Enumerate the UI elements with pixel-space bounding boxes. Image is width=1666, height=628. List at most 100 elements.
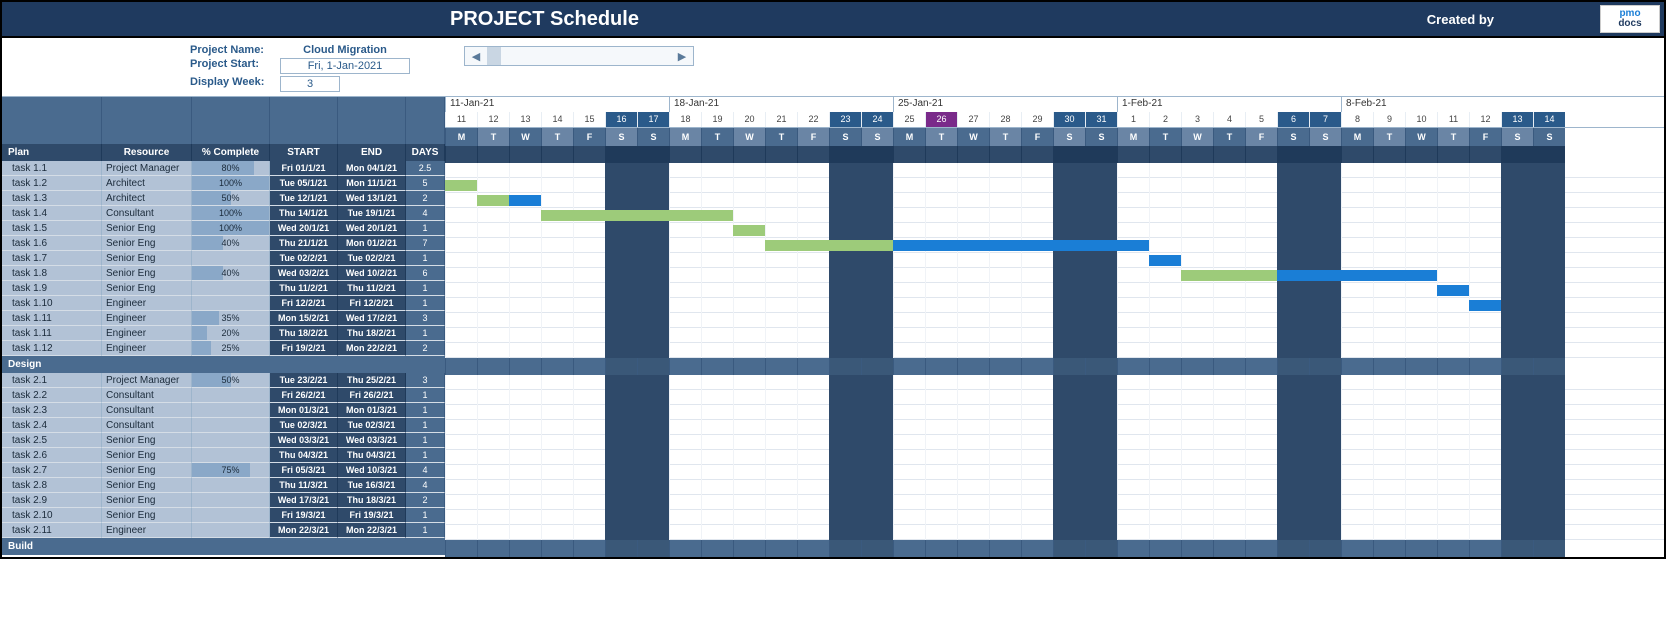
gantt-row bbox=[445, 450, 1664, 465]
task-row[interactable]: task 1.11Engineer35%Mon 15/2/21Wed 17/2/… bbox=[2, 311, 445, 326]
task-end: Fri 12/2/21 bbox=[338, 296, 406, 311]
task-days: 1 bbox=[406, 388, 445, 403]
task-resource: Senior Eng bbox=[102, 236, 192, 251]
scroll-thumb[interactable] bbox=[487, 47, 501, 65]
task-row[interactable]: task 2.10Senior EngFri 19/3/21Fri 19/3/2… bbox=[2, 508, 445, 523]
day-number: 13 bbox=[509, 112, 541, 127]
task-row[interactable]: task 1.5Senior Eng100%Wed 20/1/21Wed 20/… bbox=[2, 221, 445, 236]
task-end: Mon 22/3/21 bbox=[338, 523, 406, 538]
timeline-scrollbar[interactable]: ◀ ▶ bbox=[464, 46, 694, 66]
task-pct: 80% bbox=[192, 161, 270, 176]
gantt-pane: 11-Jan-2118-Jan-2125-Jan-211-Feb-218-Feb… bbox=[445, 96, 1664, 557]
project-start-input[interactable]: Fri, 1-Jan-2021 bbox=[280, 58, 410, 74]
bar-remaining bbox=[509, 195, 541, 206]
day-number: 20 bbox=[733, 112, 765, 127]
task-pct bbox=[192, 403, 270, 418]
task-start: Thu 21/1/21 bbox=[270, 236, 338, 251]
day-number: 6 bbox=[1277, 112, 1309, 127]
task-pct bbox=[192, 296, 270, 311]
task-row[interactable]: task 1.9Senior EngThu 11/2/21Thu 11/2/21… bbox=[2, 281, 445, 296]
col-days: DAYS bbox=[406, 144, 445, 161]
task-pct: 40% bbox=[192, 236, 270, 251]
scroll-right-button[interactable]: ▶ bbox=[671, 47, 693, 65]
project-name-value: Cloud Migration bbox=[280, 44, 410, 56]
task-days: 2 bbox=[406, 493, 445, 508]
task-start: Thu 11/2/21 bbox=[270, 281, 338, 296]
group-header[interactable]: Build bbox=[2, 538, 445, 555]
task-name: task 1.2 bbox=[2, 176, 102, 191]
task-resource: Consultant bbox=[102, 418, 192, 433]
task-days: 1 bbox=[406, 418, 445, 433]
day-number: 25 bbox=[893, 112, 925, 127]
task-pct bbox=[192, 493, 270, 508]
task-start: Wed 17/3/21 bbox=[270, 493, 338, 508]
task-end: Tue 02/3/21 bbox=[338, 418, 406, 433]
day-number: 4 bbox=[1213, 112, 1245, 127]
task-row[interactable]: task 1.3Architect50%Tue 12/1/21Wed 13/1/… bbox=[2, 191, 445, 206]
task-row[interactable]: task 1.11Engineer20%Thu 18/2/21Thu 18/2/… bbox=[2, 326, 445, 341]
task-name: task 2.3 bbox=[2, 403, 102, 418]
gantt-row bbox=[445, 253, 1664, 268]
col-resource: Resource bbox=[102, 144, 192, 161]
day-number: 14 bbox=[541, 112, 573, 127]
scroll-left-button[interactable]: ◀ bbox=[465, 47, 487, 65]
task-name: task 1.8 bbox=[2, 266, 102, 281]
task-name: task 1.1 bbox=[2, 161, 102, 176]
task-list-pane: PlanResource% CompleteSTARTENDDAYStask 1… bbox=[2, 96, 445, 557]
day-number: 3 bbox=[1181, 112, 1213, 127]
task-pct: 100% bbox=[192, 221, 270, 236]
gantt-row bbox=[445, 480, 1664, 495]
task-row[interactable]: task 2.7Senior Eng75%Fri 05/3/21Wed 10/3… bbox=[2, 463, 445, 478]
task-days: 6 bbox=[406, 266, 445, 281]
gantt-row bbox=[445, 283, 1664, 298]
day-number: 24 bbox=[861, 112, 893, 127]
task-days: 1 bbox=[406, 403, 445, 418]
display-week-input[interactable]: 3 bbox=[280, 76, 340, 92]
task-row[interactable]: task 1.1Project Manager80%Fri 01/1/21Mon… bbox=[2, 161, 445, 176]
task-name: task 1.10 bbox=[2, 296, 102, 311]
task-row[interactable]: task 2.4ConsultantTue 02/3/21Tue 02/3/21… bbox=[2, 418, 445, 433]
task-start: Fri 01/1/21 bbox=[270, 161, 338, 176]
task-days: 1 bbox=[406, 251, 445, 266]
task-row[interactable]: task 1.4Consultant100%Thu 14/1/21Tue 19/… bbox=[2, 206, 445, 221]
weekday-label: T bbox=[1437, 128, 1469, 146]
task-row[interactable]: task 1.6Senior Eng40%Thu 21/1/21Mon 01/2… bbox=[2, 236, 445, 251]
weekday-label: S bbox=[829, 128, 861, 146]
task-row[interactable]: task 1.8Senior Eng40%Wed 03/2/21Wed 10/2… bbox=[2, 266, 445, 281]
scroll-track[interactable] bbox=[487, 47, 671, 65]
weekday-label: F bbox=[1245, 128, 1277, 146]
task-row[interactable]: task 2.9Senior EngWed 17/3/21Thu 18/3/21… bbox=[2, 493, 445, 508]
task-row[interactable]: task 2.3ConsultantMon 01/3/21Mon 01/3/21… bbox=[2, 403, 445, 418]
gantt-row bbox=[445, 268, 1664, 283]
task-resource: Engineer bbox=[102, 311, 192, 326]
task-row[interactable]: task 2.1Project Manager50%Tue 23/2/21Thu… bbox=[2, 373, 445, 388]
task-row[interactable]: task 2.5Senior EngWed 03/3/21Wed 03/3/21… bbox=[2, 433, 445, 448]
task-row[interactable]: task 1.10EngineerFri 12/2/21Fri 12/2/211 bbox=[2, 296, 445, 311]
task-name: task 1.7 bbox=[2, 251, 102, 266]
task-resource: Senior Eng bbox=[102, 448, 192, 463]
group-header[interactable]: Design bbox=[2, 356, 445, 373]
weekday-label: S bbox=[1277, 128, 1309, 146]
task-row[interactable]: task 2.6Senior EngThu 04/3/21Thu 04/3/21… bbox=[2, 448, 445, 463]
day-number: 12 bbox=[1469, 112, 1501, 127]
task-row[interactable]: task 2.11EngineerMon 22/3/21Mon 22/3/211 bbox=[2, 523, 445, 538]
task-days: 4 bbox=[406, 478, 445, 493]
task-row[interactable]: task 1.7Senior EngTue 02/2/21Tue 02/2/21… bbox=[2, 251, 445, 266]
weekday-label: S bbox=[1053, 128, 1085, 146]
task-end: Thu 18/2/21 bbox=[338, 326, 406, 341]
weekday-label: F bbox=[1021, 128, 1053, 146]
task-row[interactable]: task 2.2ConsultantFri 26/2/21Fri 26/2/21… bbox=[2, 388, 445, 403]
task-resource: Senior Eng bbox=[102, 493, 192, 508]
gantt-row bbox=[445, 313, 1664, 328]
weekday-label: M bbox=[445, 128, 477, 146]
weekday-label: S bbox=[1501, 128, 1533, 146]
day-number: 14 bbox=[1533, 112, 1565, 127]
task-end: Wed 10/3/21 bbox=[338, 463, 406, 478]
task-row[interactable]: task 1.12Engineer25%Fri 19/2/21Mon 22/2/… bbox=[2, 341, 445, 356]
display-week-label: Display Week: bbox=[190, 76, 280, 92]
task-row[interactable]: task 2.8Senior EngThu 11/3/21Tue 16/3/21… bbox=[2, 478, 445, 493]
bar-complete bbox=[765, 240, 893, 251]
gantt-row bbox=[445, 420, 1664, 435]
task-row[interactable]: task 1.2Architect100%Tue 05/1/21Mon 11/1… bbox=[2, 176, 445, 191]
task-days: 1 bbox=[406, 281, 445, 296]
